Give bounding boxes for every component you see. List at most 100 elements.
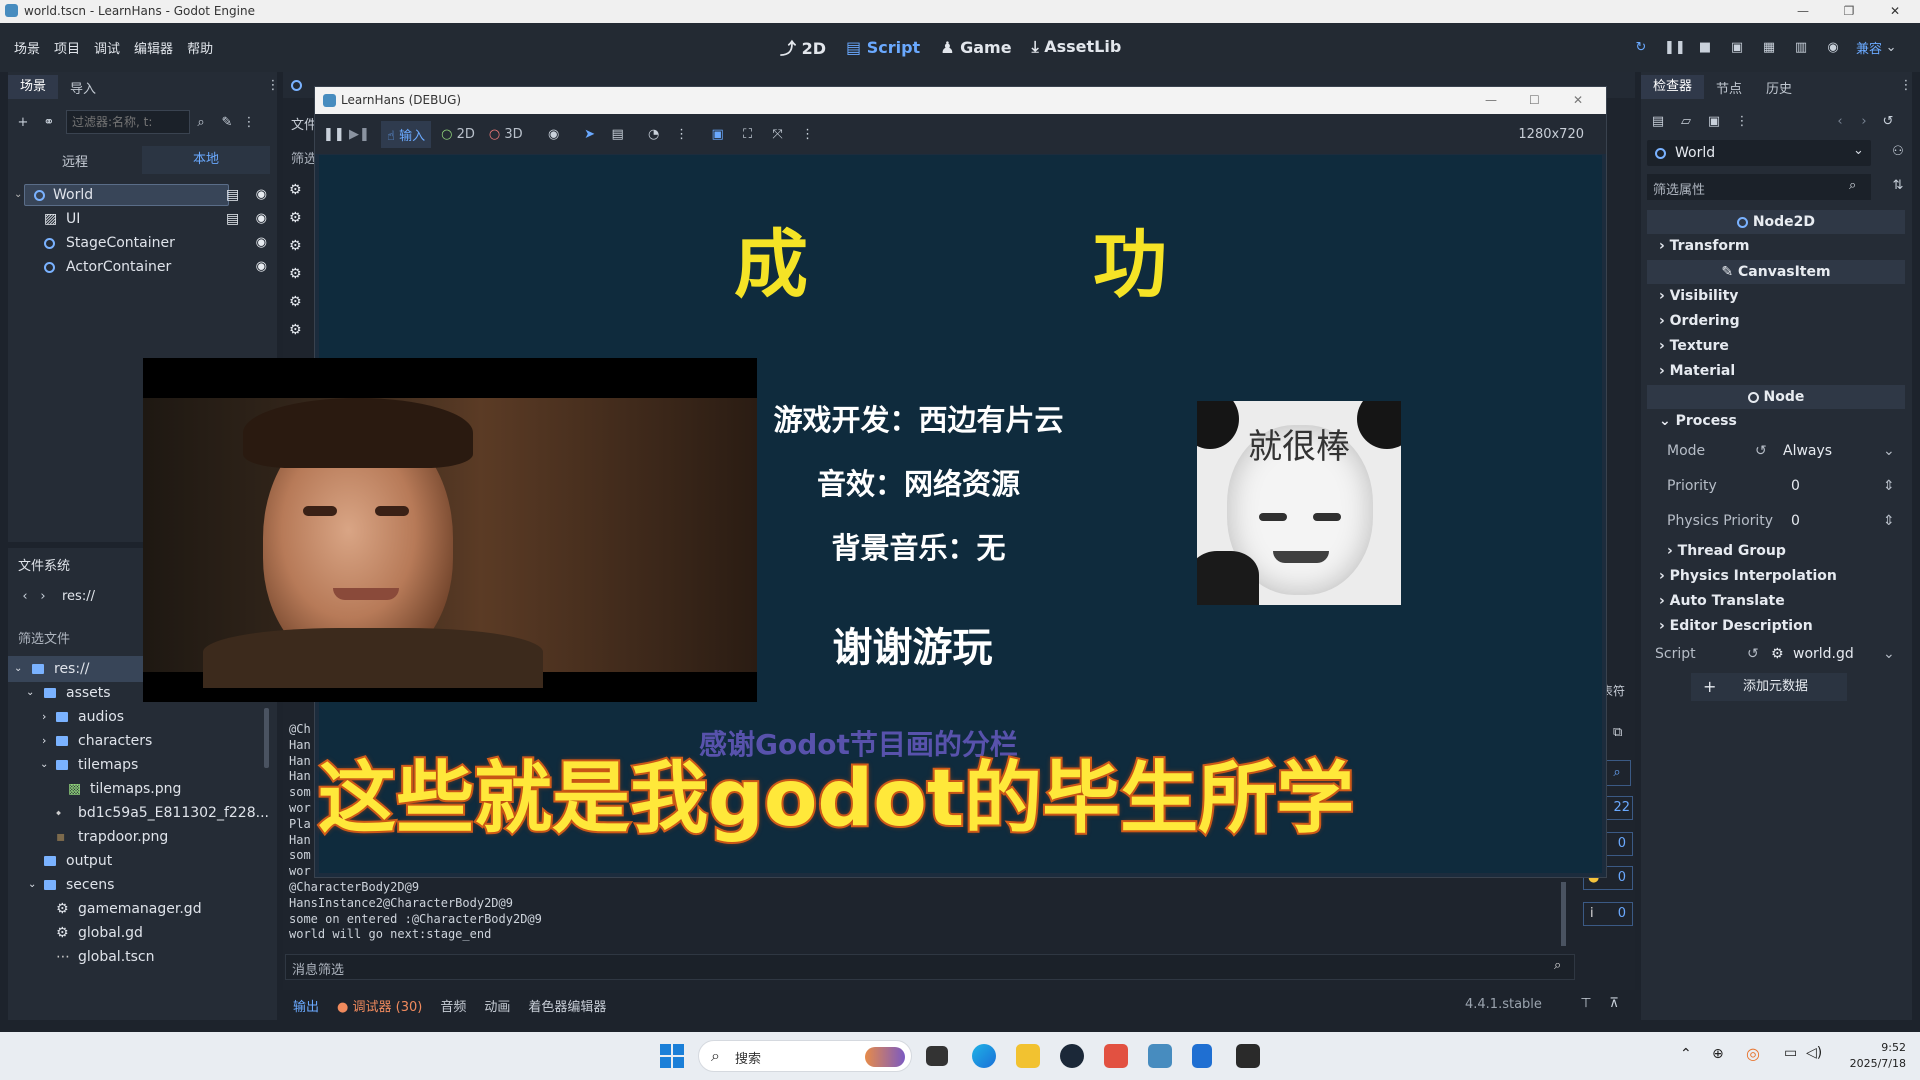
close-icon[interactable]: ✕ bbox=[1872, 0, 1918, 23]
eye-icon[interactable]: ◉ bbox=[256, 206, 267, 232]
mode-3d-button[interactable]: ○ 3D bbox=[489, 127, 523, 142]
tree-node-actorcontainer[interactable]: ActorContainer ◉ bbox=[8, 254, 277, 280]
history-back-icon[interactable]: ‹ bbox=[1831, 114, 1849, 129]
select-icon[interactable]: ➤ bbox=[581, 127, 599, 142]
reset-icon[interactable]: ↺ bbox=[1747, 639, 1759, 669]
script-icon[interactable]: ▤ bbox=[226, 206, 239, 232]
more-icon[interactable]: ⋮ bbox=[799, 127, 817, 142]
menu-project[interactable]: 项目 bbox=[54, 38, 80, 57]
collapse-icon[interactable]: ⌄ bbox=[14, 182, 22, 208]
sort-icon[interactable]: ⇅ bbox=[1889, 178, 1907, 193]
scene-filter-input[interactable] bbox=[66, 110, 190, 134]
eye-icon[interactable]: ◉ bbox=[256, 254, 267, 280]
minimize-icon[interactable]: — bbox=[1485, 87, 1497, 114]
file-row[interactable]: › characters bbox=[8, 728, 277, 754]
volume-icon[interactable]: ◁) bbox=[1806, 1045, 1822, 1061]
file-row[interactable]: ⚙ global.gd bbox=[8, 920, 277, 946]
search-icon[interactable]: ⌕ bbox=[192, 115, 210, 130]
tab-shader-editor[interactable]: 着色器编辑器 bbox=[528, 996, 606, 1015]
camera-icon[interactable]: ◔ bbox=[645, 127, 663, 142]
taskbar-search[interactable]: ⌕ 搜索 bbox=[698, 1040, 912, 1072]
tab-output[interactable]: 输出 bbox=[293, 996, 319, 1015]
stop-icon[interactable]: ■ bbox=[1696, 40, 1714, 55]
menu-debug[interactable]: 调试 bbox=[94, 38, 120, 57]
reset-icon[interactable]: ↺ bbox=[1755, 434, 1767, 469]
remote-debug-icon[interactable]: ▣ bbox=[1728, 40, 1746, 55]
dock-menu-icon[interactable]: ⋮ bbox=[1897, 78, 1915, 93]
file-explorer-icon[interactable] bbox=[1016, 1044, 1040, 1068]
chevron-down-icon[interactable]: ⌄ bbox=[1882, 40, 1900, 55]
windows-start-icon[interactable] bbox=[660, 1044, 684, 1068]
renderer-select[interactable]: 兼容 bbox=[1856, 38, 1882, 57]
tab-animation[interactable]: 动画 bbox=[484, 996, 510, 1015]
section-thread-group[interactable]: › Thread Group bbox=[1647, 539, 1905, 564]
section-visibility[interactable]: › Visibility bbox=[1647, 284, 1905, 309]
tab-scene[interactable]: 场景 bbox=[8, 75, 59, 99]
mode-2d-button[interactable]: ○ 2D bbox=[441, 127, 475, 142]
embed-icon[interactable]: ▣ bbox=[709, 127, 727, 142]
pin-icon[interactable]: ⊤ bbox=[1577, 996, 1595, 1011]
file-row[interactable]: › audios bbox=[8, 704, 277, 730]
stretch-icon[interactable]: ⤧ bbox=[769, 127, 787, 142]
add-node-icon[interactable]: + bbox=[14, 115, 32, 130]
back-icon[interactable]: ‹ bbox=[16, 589, 34, 604]
tree-node-world[interactable]: ⌄ World ▤ ◉ bbox=[8, 182, 277, 208]
tab-inspector[interactable]: 检查器 bbox=[1641, 75, 1705, 99]
file-row[interactable]: ▩ tilemaps.png bbox=[8, 776, 277, 802]
prop-script[interactable]: Script ↺ ⚙ world.gd ⌄ bbox=[1647, 639, 1905, 669]
section-ordering[interactable]: › Ordering bbox=[1647, 309, 1905, 334]
counter-info[interactable]: ⅰ0 bbox=[1583, 902, 1633, 926]
forward-icon[interactable]: › bbox=[34, 589, 52, 604]
section-material[interactable]: › Material bbox=[1647, 359, 1905, 384]
workspace-2d[interactable]: ⤴ 2D bbox=[780, 35, 826, 59]
prop-priority[interactable]: Priority 0 ⇕ bbox=[1647, 469, 1905, 504]
new-resource-icon[interactable]: ▤ bbox=[1649, 114, 1667, 129]
movie-icon[interactable]: ◉ bbox=[1824, 40, 1842, 55]
eye-icon[interactable]: ◉ bbox=[256, 230, 267, 256]
tab-node[interactable]: 节点 bbox=[1704, 78, 1754, 97]
file-filter-input[interactable]: 筛选文件 bbox=[18, 628, 70, 647]
steam-icon[interactable] bbox=[1060, 1044, 1084, 1068]
file-row[interactable]: ⌄ tilemaps bbox=[8, 752, 277, 778]
file-row[interactable]: ⌄ secens bbox=[8, 872, 277, 898]
toggle-remote[interactable]: 远程 bbox=[8, 151, 142, 170]
tray-chevron-icon[interactable]: ⌃ bbox=[1680, 1046, 1692, 1062]
history-icon[interactable]: ↺ bbox=[1879, 114, 1897, 129]
more-icon[interactable]: ⋮ bbox=[240, 115, 258, 130]
tree-node-ui[interactable]: ▨ UI ▤ ◉ bbox=[8, 206, 277, 232]
edge-icon[interactable] bbox=[972, 1044, 996, 1068]
path-field[interactable]: res:// bbox=[62, 589, 95, 604]
godot-taskbar-icon[interactable] bbox=[1148, 1044, 1172, 1068]
spinner-icon[interactable]: ⇕ bbox=[1883, 504, 1895, 539]
clock[interactable]: 9:52 2025/7/18 bbox=[1842, 1040, 1906, 1072]
reload-icon[interactable]: ↻ bbox=[1632, 40, 1650, 55]
maximize-icon[interactable]: ☐ bbox=[1529, 87, 1540, 114]
tray-app-icon[interactable]: ◎ bbox=[1746, 1044, 1760, 1063]
section-transform[interactable]: › Transform bbox=[1647, 234, 1905, 259]
pause-icon[interactable]: ❚❚ bbox=[1664, 40, 1686, 55]
message-filter-input[interactable]: 消息筛选 ⌕ bbox=[285, 954, 1575, 980]
tree-node-stagecontainer[interactable]: StageContainer ◉ bbox=[8, 230, 277, 256]
list-select-icon[interactable]: ▤ bbox=[609, 127, 627, 142]
property-filter-input[interactable]: 筛选属性 ⌕ bbox=[1647, 174, 1871, 200]
spinner-icon[interactable]: ⇕ bbox=[1883, 469, 1895, 504]
tab-audio[interactable]: 音频 bbox=[440, 996, 466, 1015]
next-frame-icon[interactable]: ▶❚ bbox=[349, 127, 370, 142]
store-icon[interactable] bbox=[1104, 1044, 1128, 1068]
object-selector[interactable]: World ⌄ bbox=[1647, 140, 1871, 166]
workspace-script[interactable]: ▤ Script bbox=[846, 38, 920, 57]
run-scene-icon[interactable]: ▦ bbox=[1760, 40, 1778, 55]
prop-mode[interactable]: Mode ↺ Always ⌄ bbox=[1647, 434, 1905, 469]
app-icon[interactable] bbox=[1236, 1044, 1260, 1068]
attach-script-icon[interactable]: ✎ bbox=[218, 115, 236, 130]
prop-physics-priority[interactable]: Physics Priority 0 ⇕ bbox=[1647, 504, 1905, 539]
task-view-icon[interactable] bbox=[926, 1046, 948, 1066]
file-row[interactable]: ⬩ bd1c59a5_E811302_f228... bbox=[8, 800, 277, 826]
network-icon[interactable]: ▭ bbox=[1784, 1045, 1797, 1061]
add-metadata-button[interactable]: + 添加元数据 bbox=[1691, 673, 1847, 701]
restore-icon[interactable]: ❐ bbox=[1826, 0, 1872, 23]
eye-icon[interactable]: ◉ bbox=[256, 182, 267, 208]
open-folder-icon[interactable]: ▱ bbox=[1677, 114, 1695, 129]
notepad-icon[interactable] bbox=[1192, 1044, 1212, 1068]
toggle-local[interactable]: 本地 bbox=[142, 146, 270, 174]
